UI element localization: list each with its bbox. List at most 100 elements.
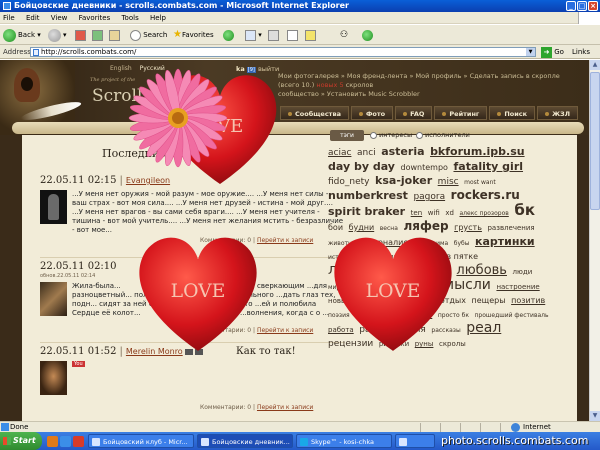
start-button[interactable]: Start xyxy=(0,432,42,450)
task-scrolls-window[interactable]: Бойцовские дневник... xyxy=(197,434,293,448)
tag-link[interactable]: most want xyxy=(464,179,496,186)
tag-link[interactable]: rockers.ru xyxy=(451,188,520,202)
tag-link[interactable]: fatality girl xyxy=(453,160,523,173)
task-fightclub-window[interactable]: Бойцовский клуб - Micr... xyxy=(88,434,194,448)
quicklaunch-firefox-icon[interactable] xyxy=(47,436,58,447)
menu-tools[interactable]: Tools xyxy=(121,14,138,22)
tag-link[interactable]: реал xyxy=(466,320,501,336)
messenger-button[interactable] xyxy=(362,28,375,42)
tag-link[interactable]: aciac xyxy=(328,148,351,158)
links-button[interactable]: Links xyxy=(572,45,590,59)
window-controls: _ □ × xyxy=(566,1,598,11)
menu-view[interactable]: View xyxy=(51,14,68,22)
pink-daisy-image xyxy=(128,68,228,168)
home-icon xyxy=(109,29,120,41)
home-button[interactable] xyxy=(109,28,120,42)
tag-link[interactable]: misc xyxy=(438,177,459,187)
quicklaunch-ie-icon[interactable] xyxy=(60,436,71,447)
history-button[interactable] xyxy=(223,28,236,42)
tag-link[interactable]: fido_nety xyxy=(328,177,369,187)
tab-search[interactable]: Поиск xyxy=(489,106,536,120)
post-updated: обнов.22.05.11 02:14 xyxy=(40,273,96,279)
windows-logo-icon xyxy=(578,12,600,24)
menu-favorites[interactable]: Favorites xyxy=(79,14,111,22)
go-button[interactable]: ➜ Go xyxy=(541,46,564,58)
edit-icon xyxy=(287,29,298,41)
refresh-button[interactable] xyxy=(92,28,103,42)
address-dropdown-icon[interactable]: ▼ xyxy=(526,48,535,56)
tag-link[interactable]: настроение xyxy=(496,283,539,291)
mail-button[interactable]: ▾ xyxy=(245,28,262,42)
scroll-down-icon[interactable]: ▼ xyxy=(590,411,600,421)
quicklaunch-opera-icon[interactable] xyxy=(73,436,84,447)
tag-link[interactable]: пещеры xyxy=(472,296,506,305)
tag-link[interactable]: anci xyxy=(357,148,376,158)
tag-link[interactable]: развлечения xyxy=(487,224,534,232)
print-button[interactable] xyxy=(268,28,279,42)
tag-link[interactable]: downtempo xyxy=(401,163,448,172)
user-nav-line1[interactable]: Мои фотогалерея » Моя френд-лента » Мой … xyxy=(278,72,578,81)
tab-photo[interactable]: Фото xyxy=(350,106,394,120)
forward-button[interactable]: ▾ xyxy=(48,28,67,42)
minimize-button[interactable]: _ xyxy=(566,1,576,11)
search-button[interactable]: Search xyxy=(130,28,167,42)
post-date: 22.05.11 02:15 | Evangileon xyxy=(40,175,171,186)
tab-interests[interactable]: интересы xyxy=(370,131,412,139)
toolbar: Back ▾ ▾ Search ★Favorites ▾ ⚇ xyxy=(0,25,600,45)
favorites-button[interactable]: ★Favorites xyxy=(173,28,214,42)
tag-link[interactable]: pagora xyxy=(413,192,445,202)
tab-rating[interactable]: Рейтинг xyxy=(434,106,488,120)
menu-edit[interactable]: Edit xyxy=(26,14,40,22)
close-button[interactable]: × xyxy=(588,1,598,11)
user-nav-line3[interactable]: сообщество » Установить Music Scrobbler xyxy=(278,90,578,99)
site-tabs: Сообщества Фото FAQ Рейтинг Поиск ЖЗЛ xyxy=(280,106,579,120)
tag-link[interactable]: прошедший фестиваль xyxy=(475,312,549,319)
binoculars-icon: ⚇ xyxy=(340,30,349,40)
post-avatar[interactable] xyxy=(40,282,67,316)
new-scrolls-count[interactable]: новых 5 xyxy=(316,81,343,89)
tag-link[interactable]: любовь xyxy=(456,263,507,278)
task-skype-window[interactable]: Skype™ - kosi-chka xyxy=(296,434,392,448)
address-bar: Address http://scrolls.combats.com/ ▼ ➜ … xyxy=(0,45,600,59)
read-more-link[interactable]: Перейти к записи xyxy=(257,404,313,411)
heart-text: LOVE xyxy=(366,281,421,302)
scroll-thumb[interactable] xyxy=(590,72,600,210)
research-button[interactable]: ⚇ xyxy=(340,28,348,42)
tag-link[interactable]: ksa-joker xyxy=(375,174,432,187)
menu-help[interactable]: Help xyxy=(150,14,166,22)
back-button[interactable]: Back ▾ xyxy=(3,28,41,42)
tag-link[interactable]: люди xyxy=(513,268,533,276)
tag-link[interactable]: xd xyxy=(445,209,454,217)
comments-count[interactable]: Комментарии: 0 xyxy=(200,404,251,411)
tag-link[interactable]: numberkrest xyxy=(328,189,408,202)
tab-performers[interactable]: исполнители xyxy=(416,131,470,139)
stop-button[interactable] xyxy=(75,28,86,42)
tab-tags[interactable]: тэги xyxy=(330,130,364,141)
tag-link[interactable]: asteria xyxy=(381,145,424,158)
tag-link[interactable]: картинки xyxy=(475,235,535,248)
task-window[interactable] xyxy=(395,434,435,448)
tag-link[interactable]: spirit braker xyxy=(328,205,405,218)
windows-flag-icon xyxy=(3,437,11,445)
scroll-up-icon[interactable]: ▲ xyxy=(590,60,600,70)
window-titlebar: Бойцовские дневники - scrolls.combats.co… xyxy=(0,0,600,12)
tag-link[interactable]: позитив xyxy=(511,296,545,305)
tab-communities[interactable]: Сообщества xyxy=(280,106,349,120)
maximize-button[interactable]: □ xyxy=(577,1,587,11)
tag-link[interactable]: wifi xyxy=(428,209,440,217)
tab-faq[interactable]: FAQ xyxy=(395,106,433,120)
tab-zhzl[interactable]: ЖЗЛ xyxy=(537,106,579,120)
post-avatar[interactable] xyxy=(40,361,67,395)
tag-link[interactable]: бк xyxy=(514,201,535,219)
tag-link[interactable]: bkforum.ipb.su xyxy=(430,145,525,158)
tag-link[interactable]: day by day xyxy=(328,160,395,173)
vertical-scrollbar[interactable]: ▲ ▼ xyxy=(589,60,600,421)
post-avatar[interactable] xyxy=(40,190,67,224)
address-input[interactable]: http://scrolls.combats.com/ ▼ xyxy=(30,47,536,57)
notes-button[interactable] xyxy=(305,28,316,42)
tag-link[interactable]: алекс прозоров xyxy=(459,210,508,217)
love-heart-image: LOVE xyxy=(139,237,257,351)
tag-link[interactable]: ten xyxy=(411,209,423,217)
edit-button[interactable] xyxy=(287,28,298,42)
menu-file[interactable]: File xyxy=(3,14,15,22)
